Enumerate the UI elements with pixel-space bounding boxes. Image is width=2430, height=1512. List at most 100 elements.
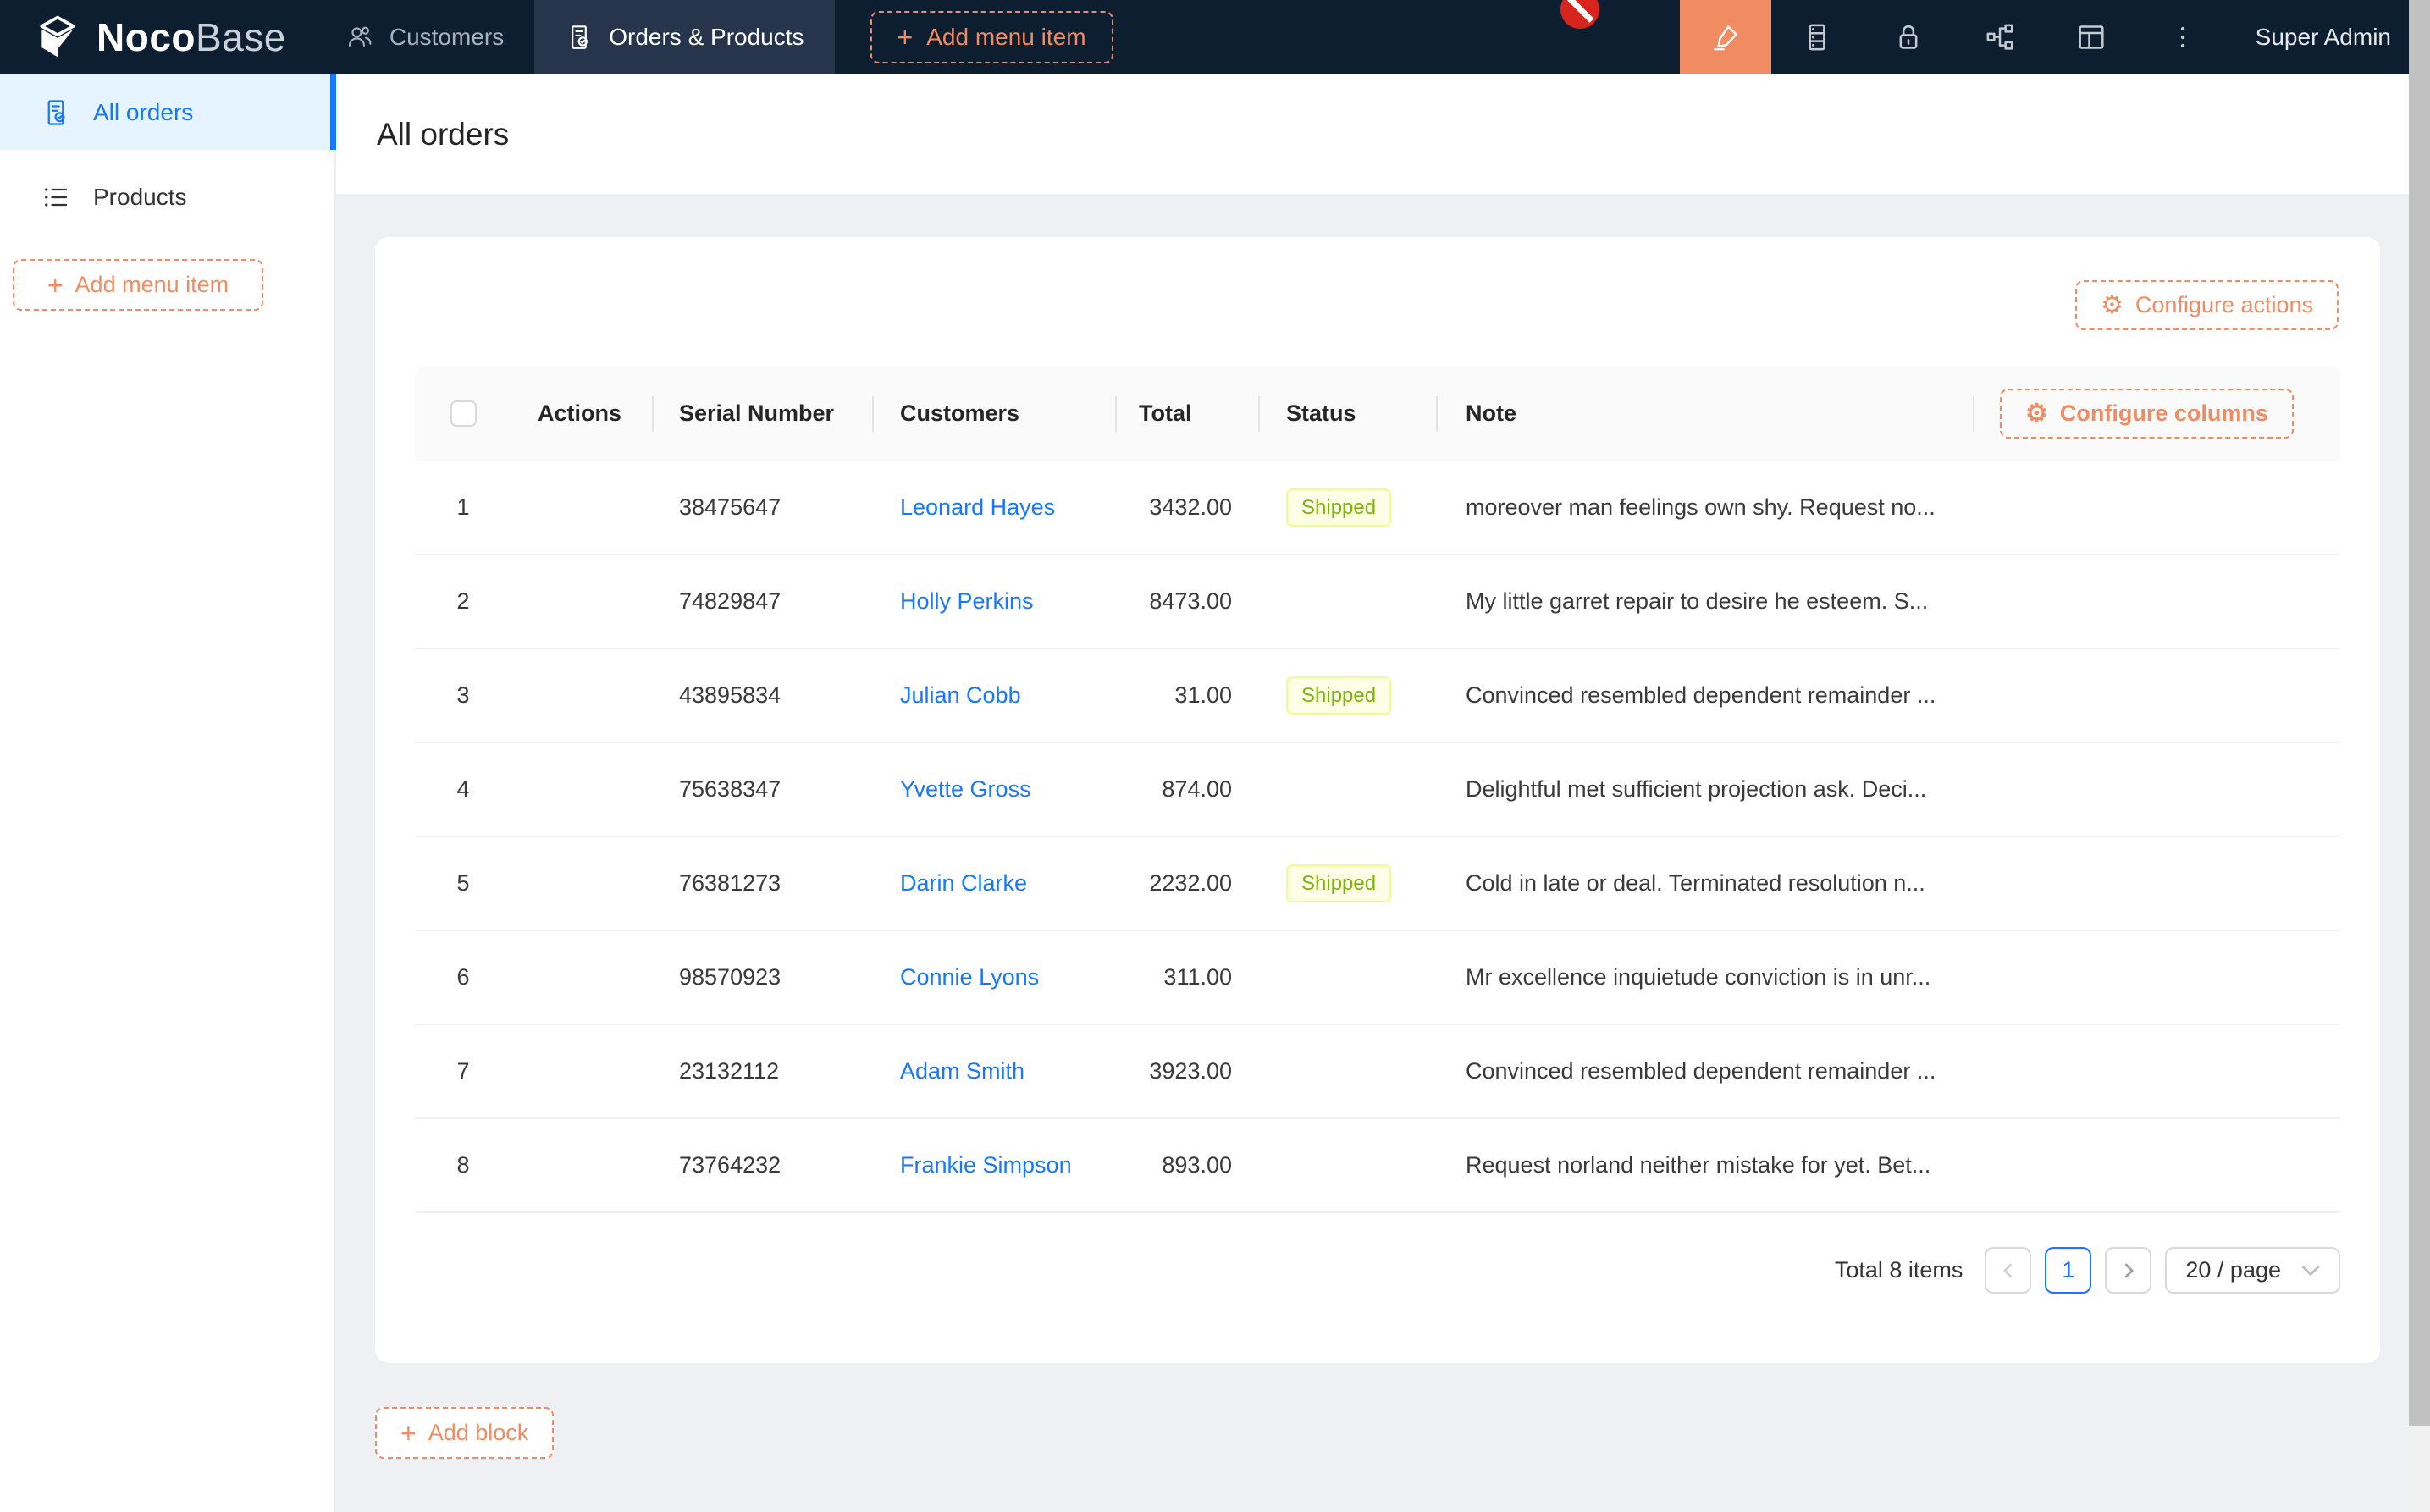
list-icon [41, 182, 71, 212]
note-cell: Mr excellence inquietude conviction is i… [1438, 964, 1974, 991]
table-row: 2 74829847 Holly Perkins 8473.00 My litt… [415, 555, 2340, 649]
configure-columns-button[interactable]: ⚙ Configure columns [2000, 389, 2294, 439]
order-clipboard-icon [41, 97, 71, 128]
note-cell: My little garret repair to desire he est… [1438, 588, 1974, 615]
nocobase-logo-icon [34, 14, 81, 61]
note-cell: moreover man feelings own shy. Request n… [1438, 494, 1974, 521]
customer-link[interactable]: Julian Cobb [900, 682, 1021, 708]
column-header-serial[interactable]: Serial Number [654, 400, 874, 427]
total-cell: 2232.00 [1117, 870, 1260, 897]
brand-name: NocoBase [97, 14, 286, 60]
plus-icon: + [47, 272, 64, 299]
tab-label: Customers [389, 24, 504, 51]
serial-number-cell: 76381273 [654, 870, 874, 897]
sidebar: All orders Products + Add menu item [0, 74, 336, 1512]
page-scrollbar[interactable] [2409, 0, 2430, 1512]
customer-link[interactable]: Yvette Gross [900, 776, 1031, 802]
configure-actions-button[interactable]: ⚙ Configure actions [2075, 280, 2339, 330]
layout-icon [2074, 20, 2108, 54]
column-header-total[interactable]: Total [1117, 400, 1260, 427]
note-cell: Request norland neither mistake for yet.… [1438, 1152, 1974, 1178]
status-cell: Shipped [1260, 676, 1438, 715]
serial-number-cell: 75638347 [654, 776, 874, 803]
page-size-select[interactable]: 20 / page [2165, 1247, 2340, 1294]
column-header-status[interactable]: Status [1260, 400, 1438, 427]
sitemap-icon [1983, 20, 2017, 54]
column-header-actions[interactable]: Actions [511, 400, 654, 427]
table-row: 1 38475647 Leonard Hayes 3432.00 Shipped… [415, 461, 2340, 555]
total-cell: 311.00 [1117, 964, 1260, 991]
note-cell: Convinced resembled dependent remainder … [1438, 1058, 1974, 1084]
nocobase-logo[interactable]: NocoBase [0, 14, 286, 61]
page-1-button[interactable]: 1 [2045, 1247, 2091, 1294]
customer-link[interactable]: Frankie Simpson [900, 1152, 1072, 1178]
table-header-row: Actions Serial Number Customers Total St… [415, 366, 2340, 461]
table-row: 7 23132112 Adam Smith 3923.00 Convinced … [415, 1025, 2340, 1119]
status-cell: Shipped [1260, 488, 1438, 527]
users-icon [345, 23, 374, 52]
lock-icon [1892, 20, 1925, 54]
data-source-button[interactable] [1771, 0, 1863, 74]
sidebar-add-menu-item-button[interactable]: + Add menu item [13, 259, 263, 311]
select-all-checkbox[interactable] [450, 400, 477, 427]
database-icon [1800, 20, 1834, 54]
sidebar-item-products[interactable]: Products [0, 159, 334, 235]
more-button[interactable] [2137, 0, 2228, 74]
tab-customers[interactable]: Customers [315, 0, 534, 74]
status-badge: Shipped [1286, 864, 1391, 902]
ellipsis-vertical-icon [2166, 20, 2200, 54]
acl-button[interactable] [1863, 0, 1954, 74]
note-cell: Cold in late or deal. Terminated resolut… [1438, 870, 1974, 897]
page-header: All orders [336, 74, 2409, 194]
page-title: All orders [377, 117, 509, 152]
tab-label: Orders & Products [609, 24, 804, 51]
top-navbar: NocoBase Customers Orders & Products + A… [0, 0, 2430, 74]
customer-link[interactable]: Connie Lyons [900, 964, 1039, 990]
row-index: 3 [456, 682, 469, 709]
table-row: 3 43895834 Julian Cobb 31.00 Shipped Con… [415, 649, 2340, 743]
customer-link[interactable]: Holly Perkins [900, 588, 1034, 614]
serial-number-cell: 74829847 [654, 588, 874, 615]
navbar-right: Super Admin [1680, 0, 2430, 74]
sidebar-item-all-orders[interactable]: All orders [0, 74, 334, 150]
row-index: 5 [456, 870, 469, 897]
total-cell: 8473.00 [1117, 588, 1260, 615]
gear-icon: ⚙ [2025, 401, 2048, 427]
tab-orders-products[interactable]: Orders & Products [534, 0, 834, 74]
previous-page-button[interactable] [1985, 1247, 2031, 1294]
row-index: 2 [456, 588, 469, 615]
total-cell: 31.00 [1117, 682, 1260, 709]
orders-table: Actions Serial Number Customers Total St… [415, 366, 2340, 1213]
table-row: 4 75638347 Yvette Gross 874.00 Delightfu… [415, 743, 2340, 837]
serial-number-cell: 38475647 [654, 494, 874, 521]
status-badge: Shipped [1286, 676, 1391, 715]
plus-icon: + [400, 1420, 417, 1447]
scrollbar-thumb[interactable] [2409, 0, 2430, 1426]
serial-number-cell: 73764232 [654, 1152, 874, 1178]
configure-columns-cell: ⚙ Configure columns [1974, 389, 2340, 439]
customer-link[interactable]: Darin Clarke [900, 870, 1027, 896]
table-row: 5 76381273 Darin Clarke 2232.00 Shipped … [415, 837, 2340, 931]
orders-table-block: ⚙ Configure actions Actions Serial Numbe… [375, 237, 2380, 1363]
add-block-button[interactable]: + Add block [375, 1407, 554, 1459]
workflow-button[interactable] [1954, 0, 2046, 74]
serial-number-cell: 23132112 [654, 1058, 874, 1084]
next-page-button[interactable] [2105, 1247, 2151, 1294]
serial-number-cell: 43895834 [654, 682, 874, 709]
row-index: 4 [456, 776, 469, 803]
customer-link[interactable]: Leonard Hayes [900, 494, 1055, 520]
chevron-right-icon [2119, 1261, 2138, 1280]
customer-link[interactable]: Adam Smith [900, 1058, 1024, 1084]
user-menu[interactable]: Super Admin [2228, 24, 2430, 51]
column-header-customers[interactable]: Customers [874, 400, 1117, 427]
gear-icon: ⚙ [2101, 293, 2123, 318]
column-header-note[interactable]: Note [1438, 400, 1974, 427]
plus-icon: + [897, 24, 914, 51]
sidebar-item-label: Products [93, 184, 187, 211]
total-cell: 874.00 [1117, 776, 1260, 803]
ui-schema-button[interactable] [2046, 0, 2137, 74]
order-clipboard-icon [565, 23, 594, 52]
nav-add-menu-item-button[interactable]: + Add menu item [870, 11, 1113, 63]
ui-editor-button[interactable] [1680, 0, 1771, 74]
row-index: 1 [456, 494, 469, 521]
